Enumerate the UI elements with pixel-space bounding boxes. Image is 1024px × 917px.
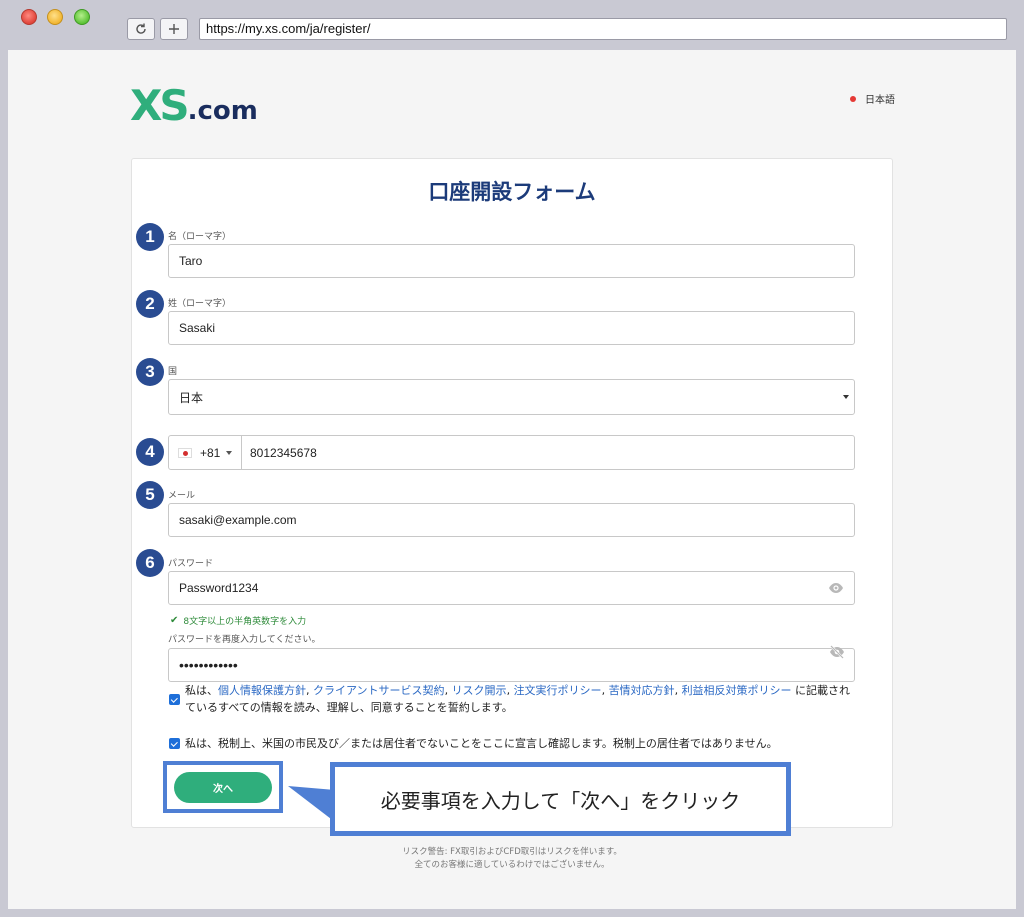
sep: ,	[306, 684, 313, 697]
check-icon: ✔	[170, 615, 179, 626]
address-bar[interactable]: https://my.xs.com/ja/register/	[199, 18, 1007, 40]
window-close-button[interactable]	[21, 9, 37, 25]
chevron-down-icon	[843, 395, 849, 399]
step-badge-6: 6	[136, 549, 164, 577]
password-value: Password1234	[179, 581, 259, 595]
privacy-policy-link[interactable]: 個人情報保護方針	[218, 684, 306, 697]
first-name-input[interactable]: Taro	[168, 244, 855, 278]
step-badge-1: 1	[136, 223, 164, 251]
country-label: 国	[168, 367, 178, 377]
order-execution-link[interactable]: 注文実行ポリシー	[514, 684, 602, 697]
eye-icon[interactable]	[828, 582, 844, 597]
first-name-label: 名（ローマ字）	[168, 232, 232, 242]
browser-chrome: https://my.xs.com/ja/register/	[0, 0, 1024, 50]
new-tab-icon[interactable]	[160, 18, 188, 40]
callout-pointer	[288, 786, 335, 822]
email-value: sasaki@example.com	[179, 513, 297, 527]
window-maximize-button[interactable]	[74, 9, 90, 25]
risk-warning-line2: 全てのお客様に適しているわけではございません。	[414, 860, 610, 870]
password-input[interactable]: Password1234	[168, 571, 855, 605]
email-label: メール	[168, 491, 196, 501]
step-badge-2: 2	[136, 290, 164, 318]
xs-logo[interactable]: XS .com	[130, 81, 258, 130]
country-code-dropdown[interactable]: +81	[169, 436, 242, 469]
tax-declaration-text: 私は、税制上、米国の市民及び／または居住者でないことをここに宣言し確認します。税…	[185, 737, 778, 750]
confirm-password-label: パスワードを再度入力してください。	[168, 635, 321, 645]
consent1-suffix: に記載され	[791, 684, 851, 697]
sep: ,	[506, 684, 514, 697]
language-selector[interactable]: 日本語	[850, 91, 895, 106]
sep: ,	[444, 684, 452, 697]
country-select[interactable]: 日本	[168, 379, 855, 415]
last-name-value: Sasaki	[179, 321, 216, 335]
language-label: 日本語	[865, 95, 895, 106]
dial-code: +81	[200, 445, 221, 460]
last-name-input[interactable]: Sasaki	[168, 311, 855, 345]
conflict-policy-link[interactable]: 利益相反対策ポリシー	[682, 684, 792, 697]
sep: ,	[674, 684, 682, 697]
phone-field: +81 8012345678	[168, 435, 855, 470]
next-button[interactable]: 次へ	[174, 772, 272, 803]
password-label: パスワード	[168, 559, 214, 569]
instruction-callout: 必要事項を入力して「次へ」をクリック	[330, 762, 791, 836]
first-name-value: Taro	[179, 254, 203, 268]
page-title: 口座開設フォーム	[428, 180, 596, 204]
reload-icon[interactable]	[127, 18, 155, 40]
country-value: 日本	[179, 390, 204, 405]
japan-flag-icon	[850, 95, 856, 102]
logo-main: XS	[130, 81, 190, 130]
consent-policies-text: 私は、個人情報保護方針, クライアントサービス契約, リスク開示, 注文実行ポリ…	[185, 682, 865, 716]
step-badge-5: 5	[136, 481, 164, 509]
email-input[interactable]: sasaki@example.com	[168, 503, 855, 537]
consent1-line2: ているすべての情報を読み、理解し、同意することを誓約します。	[185, 701, 513, 714]
phone-input[interactable]: 8012345678	[242, 446, 317, 460]
password-hint-text: 8文字以上の半角英数字を入力	[183, 617, 307, 627]
complaints-policy-link[interactable]: 苦情対応方針	[609, 684, 675, 697]
chevron-down-icon	[226, 450, 233, 455]
tax-declaration-checkbox[interactable]	[169, 738, 180, 749]
client-agreement-link[interactable]: クライアントサービス契約	[313, 684, 445, 697]
confirm-password-input[interactable]: ••••••••••••	[168, 645, 855, 682]
logo-suffix: .com	[187, 96, 258, 126]
risk-disclosure-link[interactable]: リスク開示	[452, 684, 507, 697]
risk-warning-line1: リスク警告: FX取引およびCFD取引はリスクを伴います。	[402, 847, 622, 857]
sep: ,	[601, 684, 609, 697]
window-minimize-button[interactable]	[47, 9, 63, 25]
japan-flag-icon	[178, 447, 192, 458]
step-badge-4: 4	[136, 438, 164, 466]
eye-off-icon[interactable]	[829, 645, 845, 662]
last-name-label: 姓（ローマ字）	[168, 299, 232, 309]
password-hint: ✔ 8文字以上の半角英数字を入力	[170, 614, 306, 627]
confirm-password-value: ••••••••••••	[179, 657, 238, 673]
consent1-prefix: 私は、	[185, 684, 218, 697]
consent-policies-checkbox[interactable]	[169, 694, 180, 705]
step-badge-3: 3	[136, 358, 164, 386]
